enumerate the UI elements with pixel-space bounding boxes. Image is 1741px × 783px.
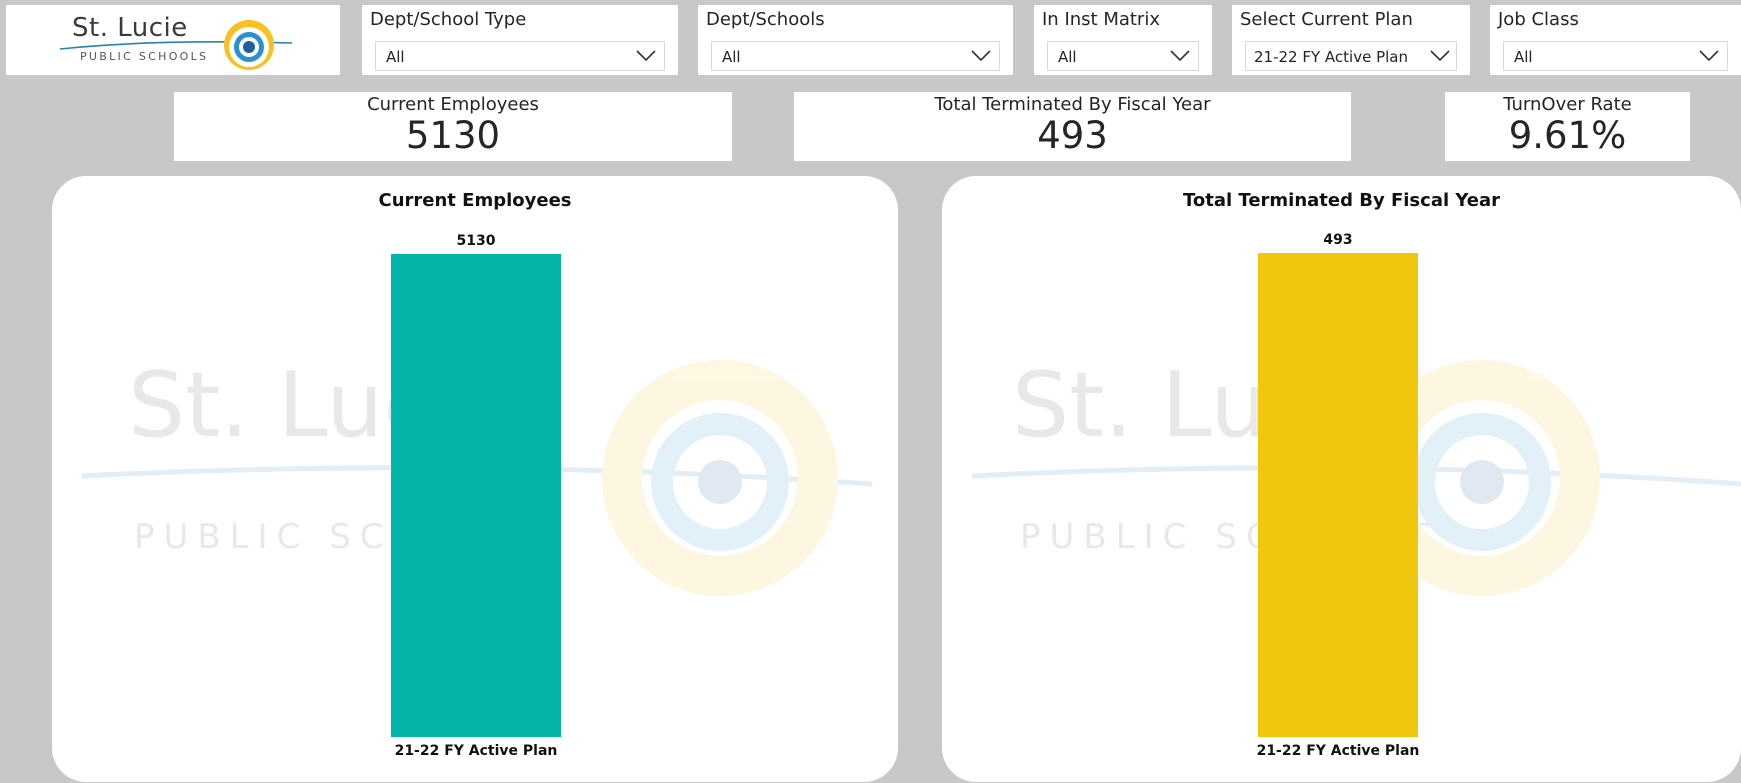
slicer-dept-school-type: Dept/School Type All	[362, 5, 678, 75]
logo-panel: St. Lucie PUBLIC SCHOOLS	[6, 5, 340, 75]
slicer-select-current-plan: Select Current Plan 21-22 FY Active Plan	[1232, 5, 1470, 75]
category-label: 21-22 FY Active Plan	[395, 743, 558, 759]
in-inst-matrix-dropdown[interactable]: All	[1047, 41, 1199, 71]
card-label: Total Terminated By Fiscal Year	[934, 94, 1211, 115]
chevron-down-icon	[1170, 50, 1190, 62]
kpi-card-total-terminated: Total Terminated By Fiscal Year 493	[794, 92, 1351, 161]
bar-chart-current-employees: 5130 21-22 FY Active Plan	[391, 233, 561, 759]
chevron-down-icon	[1699, 50, 1719, 62]
chevron-down-icon	[971, 50, 991, 62]
dept-schools-dropdown[interactable]: All	[711, 41, 1000, 71]
job-class-dropdown[interactable]: All	[1503, 41, 1728, 71]
data-label: 493	[1323, 232, 1352, 248]
bar-chart-total-terminated: 493 21-22 FY Active Plan	[1257, 232, 1420, 759]
slicer-label: Dept/Schools	[706, 9, 825, 30]
dept-school-type-dropdown[interactable]: All	[375, 41, 665, 71]
slicer-in-inst-matrix: In Inst Matrix All	[1034, 5, 1212, 75]
bar[interactable]	[391, 254, 561, 737]
chevron-down-icon	[636, 50, 656, 62]
bar[interactable]	[1258, 253, 1418, 737]
dropdown-value: All	[722, 48, 741, 66]
slicer-label: Job Class	[1498, 9, 1579, 30]
kpi-card-current-employees: Current Employees 5130	[174, 92, 732, 161]
category-label: 21-22 FY Active Plan	[1257, 743, 1420, 759]
slicer-label: Select Current Plan	[1240, 9, 1413, 30]
chart-panel-current-employees: St. Lucie PUBLIC SCHOOLS Current Employe…	[52, 176, 898, 782]
slicer-job-class: Job Class All	[1490, 5, 1741, 75]
card-label: TurnOver Rate	[1503, 94, 1632, 115]
kpi-card-turnover-rate: TurnOver Rate 9.61%	[1445, 92, 1690, 161]
chevron-down-icon	[1430, 50, 1450, 62]
slicer-label: Dept/School Type	[370, 9, 527, 30]
slicer-dept-schools: Dept/Schools All	[698, 5, 1013, 75]
logo-name: St. Lucie	[72, 13, 188, 43]
card-value: 493	[1037, 114, 1108, 157]
slicer-label: In Inst Matrix	[1042, 9, 1160, 30]
chart-panel-total-terminated: St. Lucie PUBLIC SCHOOLS Total Terminate…	[942, 176, 1741, 782]
data-label: 5130	[457, 233, 496, 249]
card-value: 5130	[405, 114, 501, 157]
card-value: 9.61%	[1508, 114, 1627, 157]
dropdown-value: All	[1514, 48, 1533, 66]
dropdown-value: All	[1058, 48, 1077, 66]
dropdown-value: 21-22 FY Active Plan	[1254, 48, 1408, 66]
logo-subtitle: PUBLIC SCHOOLS	[80, 50, 209, 63]
card-label: Current Employees	[367, 94, 539, 115]
select-current-plan-dropdown[interactable]: 21-22 FY Active Plan	[1245, 41, 1457, 71]
dropdown-value: All	[386, 48, 405, 66]
